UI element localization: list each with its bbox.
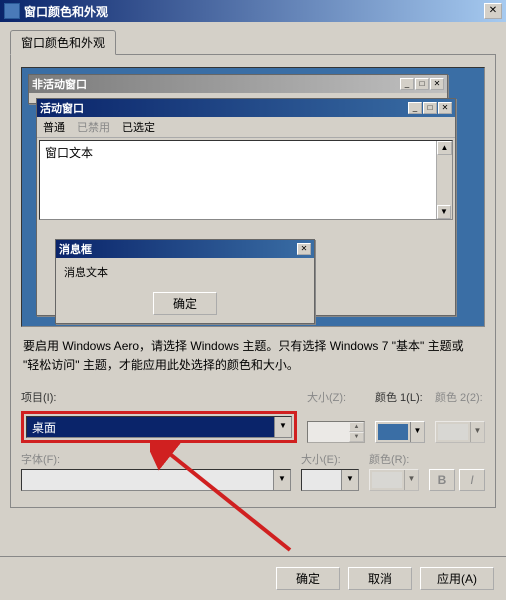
item-combo-value: 桌面 xyxy=(27,417,274,437)
preview-menubar: 普通 已禁用 已选定 xyxy=(37,117,455,138)
size-z-spinner[interactable]: ▲▼ xyxy=(307,421,365,443)
msgbox-ok-button: 确定 xyxy=(153,292,217,315)
item-label: 项目(I): xyxy=(21,389,297,405)
close-icon: ✕ xyxy=(438,102,452,114)
dialog-buttons: 确定 取消 应用(A) xyxy=(0,556,506,600)
scroll-up-icon: ▲ xyxy=(437,141,452,155)
size-z-label: 大小(Z): xyxy=(307,389,365,405)
cancel-button[interactable]: 取消 xyxy=(348,567,412,590)
font-label: 字体(F): xyxy=(21,451,291,467)
active-window-title: 活动窗口 xyxy=(40,100,408,116)
italic-button: I xyxy=(459,469,485,491)
chevron-down-icon: ▼ xyxy=(404,470,418,490)
color2-label: 颜色 2(2): xyxy=(435,389,485,405)
menu-disabled: 已禁用 xyxy=(77,119,110,135)
color1-label: 颜色 1(L): xyxy=(375,389,425,405)
spin-up-icon[interactable]: ▲ xyxy=(349,422,364,432)
close-icon: ✕ xyxy=(430,78,444,90)
preview-area: 非活动窗口 _ □ ✕ 活动窗口 _ □ ✕ xyxy=(21,67,485,327)
preview-message-box: 消息框 ✕ 消息文本 确定 xyxy=(55,239,315,324)
color2-button: ▼ xyxy=(435,421,485,443)
color1-button[interactable]: ▼ xyxy=(375,421,425,443)
bold-button: B xyxy=(429,469,455,491)
close-button[interactable]: ✕ xyxy=(484,3,502,19)
ok-button[interactable]: 确定 xyxy=(276,567,340,590)
color2-swatch xyxy=(438,424,468,440)
highlight-box: 桌面 ▼ xyxy=(21,411,297,443)
tab-panel: 非活动窗口 _ □ ✕ 活动窗口 _ □ ✕ xyxy=(10,55,496,508)
window-text: 窗口文本 xyxy=(45,146,93,160)
font-combo: ▼ xyxy=(21,469,291,491)
app-icon xyxy=(4,3,20,19)
menu-normal: 普通 xyxy=(43,119,65,135)
preview-scrollbar: ▲ ▼ xyxy=(436,141,452,219)
item-combo[interactable]: 桌面 ▼ xyxy=(26,416,292,438)
chevron-down-icon: ▼ xyxy=(470,422,484,442)
msgbox-title: 消息框 xyxy=(59,241,297,257)
minimize-icon: _ xyxy=(408,102,422,114)
preview-window-body: 窗口文本 ▲ ▼ xyxy=(39,140,453,220)
titlebar: 窗口颜色和外观 ✕ xyxy=(0,0,506,22)
preview-active-window: 活动窗口 _ □ ✕ 普通 已禁用 已选定 窗口文本 ▲ ▼ xyxy=(36,98,456,316)
msgbox-text: 消息文本 xyxy=(56,258,314,288)
window-title: 窗口颜色和外观 xyxy=(24,3,484,20)
scroll-down-icon: ▼ xyxy=(437,205,451,219)
spin-down-icon[interactable]: ▼ xyxy=(349,432,364,442)
apply-button[interactable]: 应用(A) xyxy=(420,567,494,590)
chevron-down-icon: ▼ xyxy=(341,470,358,490)
maximize-icon: □ xyxy=(423,102,437,114)
menu-selected: 已选定 xyxy=(122,119,155,135)
font-color-button: ▼ xyxy=(369,469,419,491)
inactive-window-title: 非活动窗口 xyxy=(32,76,400,92)
color-r-label: 颜色(R): xyxy=(369,451,419,467)
tab-strip: 窗口颜色和外观 xyxy=(10,30,496,55)
chevron-down-icon[interactable]: ▼ xyxy=(410,422,424,442)
font-size-combo: ▼ xyxy=(301,469,359,491)
maximize-icon: □ xyxy=(415,78,429,90)
size-e-label: 大小(E): xyxy=(301,451,359,467)
close-icon: ✕ xyxy=(297,243,311,255)
chevron-down-icon: ▼ xyxy=(273,470,290,490)
description-text: 要启用 Windows Aero，请选择 Windows 主题。只有选择 Win… xyxy=(23,337,483,375)
chevron-down-icon[interactable]: ▼ xyxy=(274,417,291,437)
tab-appearance[interactable]: 窗口颜色和外观 xyxy=(10,30,116,55)
minimize-icon: _ xyxy=(400,78,414,90)
color1-swatch xyxy=(378,424,408,440)
